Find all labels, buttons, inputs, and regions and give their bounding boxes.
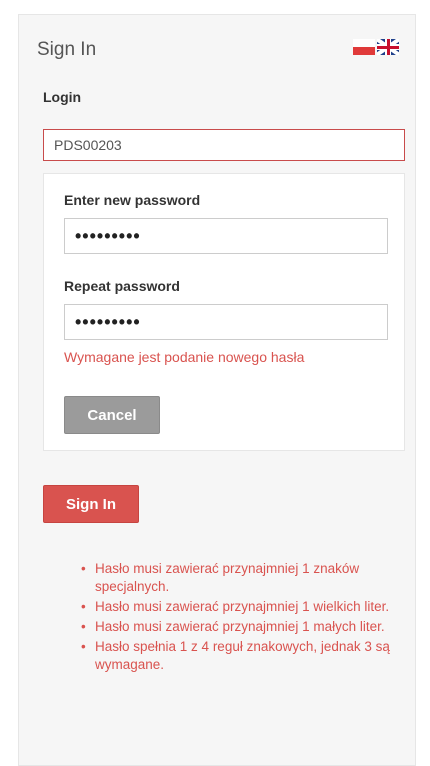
bullet-icon: • <box>81 639 86 654</box>
bullet-icon: • <box>81 561 86 576</box>
list-item: • Hasło musi zawierać przynajmniej 1 wiel… <box>81 599 390 614</box>
repeat-password-label: Repeat password <box>64 278 180 294</box>
page-title: Sign In <box>37 39 97 60</box>
bullet-icon: • <box>81 619 86 634</box>
repeat-password-value: ••••••••• <box>75 311 141 332</box>
change-password-box: Enter new password ••••••••• Repeat pass… <box>43 173 405 451</box>
new-password-value: ••••••••• <box>75 225 141 246</box>
pl-flag-icon[interactable] <box>353 39 375 55</box>
password-error: Wymagane jest podanie nowego hasła <box>64 349 305 365</box>
sign-in-button[interactable]: Sign In <box>43 485 139 523</box>
cancel-button[interactable]: Cancel <box>64 396 160 434</box>
language-selector <box>353 39 399 55</box>
login-value: PDS00203 <box>54 137 122 153</box>
sign-in-panel: Sign In Login PDS00203 Enter new passwor… <box>18 14 416 766</box>
password-rules-list: • Hasło musi zawierać przynajmniej 1 znak… <box>79 560 399 676</box>
list-item: • Hasło musi zawierać przynajmniej 1 znak… <box>81 561 360 594</box>
login-label: Login <box>43 89 82 105</box>
list-item: • Hasło musi zawierać przynajmniej 1 mały… <box>81 619 385 634</box>
bullet-icon: • <box>81 599 86 614</box>
uk-flag-icon[interactable] <box>377 39 399 55</box>
new-password-input[interactable]: ••••••••• <box>64 218 388 254</box>
list-item: • Hasło spełnia 1 z 4 reguł znakowych, je… <box>81 639 390 672</box>
login-input[interactable]: PDS00203 <box>43 129 405 161</box>
repeat-password-input[interactable]: ••••••••• <box>64 304 388 340</box>
new-password-label: Enter new password <box>64 192 201 208</box>
